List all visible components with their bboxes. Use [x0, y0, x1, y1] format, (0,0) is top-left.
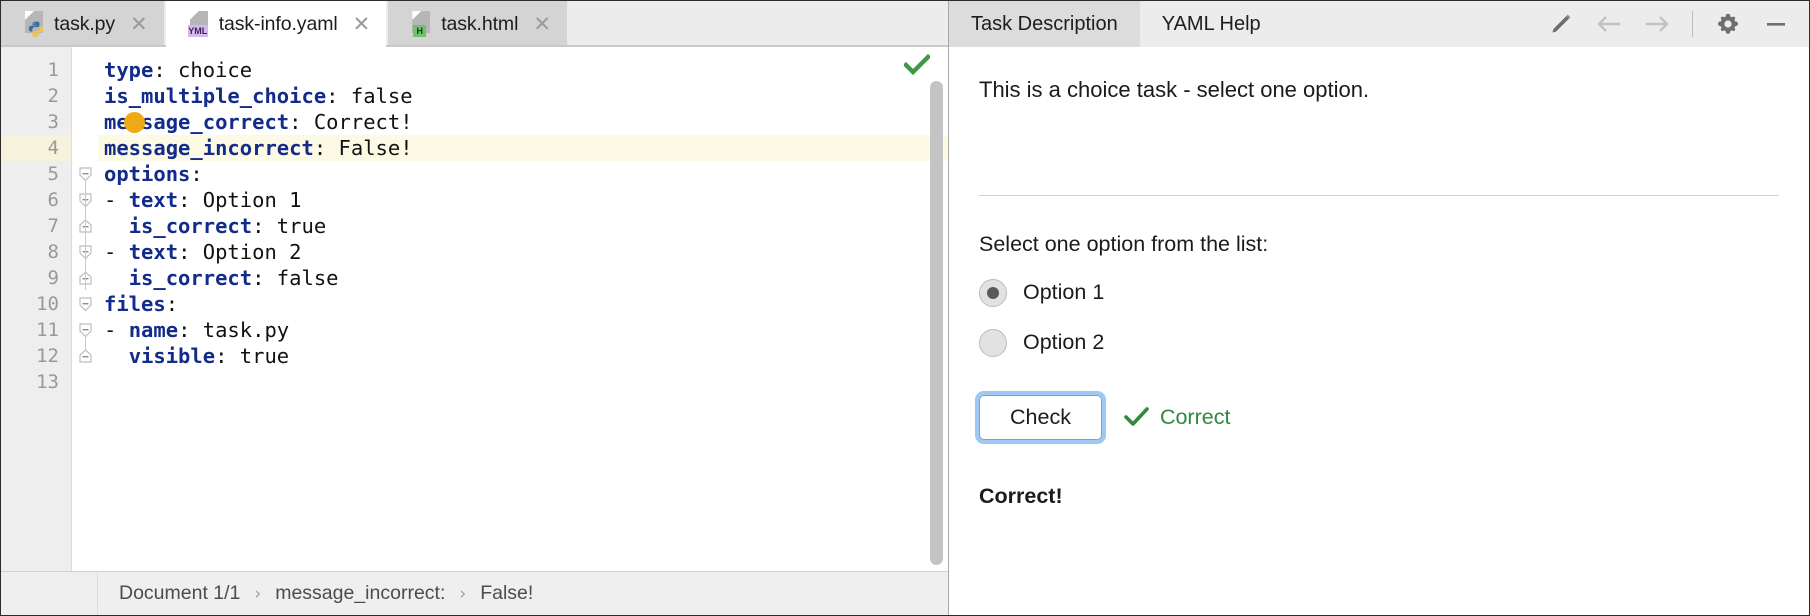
toolbar-divider — [1692, 11, 1693, 37]
fold-end-icon[interactable] — [78, 349, 93, 364]
check-row: Check Correct — [975, 390, 1779, 444]
check-status-label: Correct — [1159, 404, 1231, 429]
line-number: 3 — [47, 111, 59, 133]
fold-connector-line — [85, 180, 86, 290]
fold-collapse-icon[interactable] — [78, 297, 93, 312]
minimize-icon[interactable] — [1763, 11, 1789, 37]
breadcrumb-gutter-pad — [1, 571, 98, 615]
python-file-icon — [23, 11, 45, 37]
result-message: Correct! — [979, 483, 1063, 508]
editor-scrollbar[interactable] — [930, 81, 943, 565]
code-line[interactable]: is_correct: false — [104, 265, 339, 291]
line-number: 12 — [36, 345, 59, 367]
breadcrumb-item-document[interactable]: Document 1/1 — [119, 582, 240, 605]
line-number: 10 — [36, 293, 59, 315]
code-line[interactable]: type: choice — [104, 57, 252, 83]
edit-pencil-icon[interactable] — [1548, 11, 1574, 37]
breadcrumb-item-key[interactable]: message_incorrect: — [275, 582, 445, 605]
editor-line-number-gutter: 1 2 3 4 5 6 7 8 9 10 11 12 13 — [1, 47, 71, 571]
code-line[interactable]: files: — [104, 291, 178, 317]
back-arrow-icon[interactable] — [1596, 11, 1622, 37]
yaml-file-icon: YML — [187, 11, 210, 37]
check-button[interactable]: Check — [975, 390, 1106, 444]
gear-icon[interactable] — [1715, 11, 1741, 37]
line-number: 7 — [47, 215, 59, 237]
code-line[interactable]: - name: task.py — [104, 317, 289, 343]
code-line[interactable]: - text: Option 1 — [104, 187, 302, 213]
code-line[interactable]: message_incorrect: False! — [104, 135, 413, 161]
line-number: 5 — [47, 163, 59, 185]
editor-code-area[interactable]: type: choice is_multiple_choice: false mes… — [98, 47, 948, 571]
code-line[interactable]: message_correct: Correct! — [104, 109, 413, 135]
line-number: 13 — [36, 371, 59, 393]
task-intro-text: This is a choice task - select one optio… — [979, 77, 1370, 102]
option-row-2[interactable]: Option 2 — [979, 328, 1779, 357]
code-line[interactable]: visible: true — [104, 343, 289, 369]
radio-option-2[interactable] — [979, 328, 1007, 357]
editor-fold-gutter[interactable] — [71, 47, 98, 571]
check-mark-icon — [1124, 407, 1149, 426]
yaml-badge-label: YML — [187, 25, 208, 37]
tab-yaml-help[interactable]: YAML Help — [1140, 1, 1283, 47]
current-line-gutter-highlight — [1, 135, 71, 161]
editor-tab-label: task-info.yaml — [218, 12, 338, 35]
breadcrumb-separator-icon: › — [459, 583, 467, 604]
fold-connector-line — [85, 336, 86, 350]
line-number: 4 — [47, 137, 59, 159]
line-number: 1 — [47, 59, 59, 81]
task-panel: Task Description YAML Help This is a cho… — [949, 1, 1809, 615]
task-divider — [979, 194, 1779, 196]
editor-pane: task.py ✕ YML task-info.yaml ✕ H task.ht… — [1, 1, 949, 615]
code-line[interactable]: is_multiple_choice: false — [104, 83, 413, 109]
tab-task-description[interactable]: Task Description — [949, 1, 1140, 47]
forward-arrow-icon[interactable] — [1644, 11, 1670, 37]
radio-option-1[interactable] — [979, 278, 1007, 307]
editor-scrollbar-thumb[interactable] — [930, 81, 943, 565]
line-number: 9 — [47, 267, 59, 289]
editor-body[interactable]: 1 2 3 4 5 6 7 8 9 10 11 12 13 type: choice is_multipl… — [1, 47, 948, 571]
editor-tab-label: task.py — [54, 12, 116, 35]
line-number: 6 — [47, 189, 59, 211]
task-prompt-text: Select one option from the list: — [979, 231, 1269, 256]
line-number: 2 — [47, 85, 59, 107]
option-label-1: Option 1 — [1023, 280, 1105, 305]
task-description-content: This is a choice task - select one optio… — [949, 47, 1809, 615]
editor-tab-task-py[interactable]: task.py ✕ — [1, 1, 164, 47]
close-icon[interactable]: ✕ — [353, 13, 371, 35]
code-line[interactable]: - text: Option 2 — [104, 239, 302, 265]
breadcrumb-separator-icon: › — [254, 583, 262, 604]
html-badge-label: H — [413, 25, 427, 37]
code-line[interactable]: options: — [104, 161, 203, 187]
editor-tab-task-info-yaml[interactable]: YML task-info.yaml ✕ — [165, 1, 387, 47]
check-status: Correct — [1124, 405, 1230, 430]
editor-tab-bar: task.py ✕ YML task-info.yaml ✕ H task.ht… — [1, 1, 948, 47]
editor-tab-task-html[interactable]: H task.html ✕ — [388, 1, 567, 47]
breadcrumb-item-value[interactable]: False! — [480, 582, 533, 605]
green-check-icon[interactable] — [902, 53, 932, 81]
editor-tab-label: task.html — [441, 12, 519, 35]
python-logo-icon — [28, 21, 44, 37]
breadcrumb: Document 1/1 › message_incorrect: › Fals… — [1, 571, 948, 615]
task-panel-toolbar — [1548, 1, 1809, 47]
line-number: 8 — [47, 241, 59, 263]
option-row-1[interactable]: Option 1 — [979, 278, 1779, 307]
task-panel-header: Task Description YAML Help — [949, 1, 1809, 47]
close-icon[interactable]: ✕ — [130, 13, 148, 35]
code-line[interactable]: is_correct: true — [104, 213, 326, 239]
html-file-icon: H — [410, 11, 432, 37]
close-icon[interactable]: ✕ — [533, 13, 551, 35]
option-label-2: Option 2 — [1023, 330, 1105, 355]
lightbulb-icon[interactable] — [124, 112, 145, 133]
line-number: 11 — [36, 319, 59, 341]
ide-window: task.py ✕ YML task-info.yaml ✕ H task.ht… — [0, 0, 1810, 616]
